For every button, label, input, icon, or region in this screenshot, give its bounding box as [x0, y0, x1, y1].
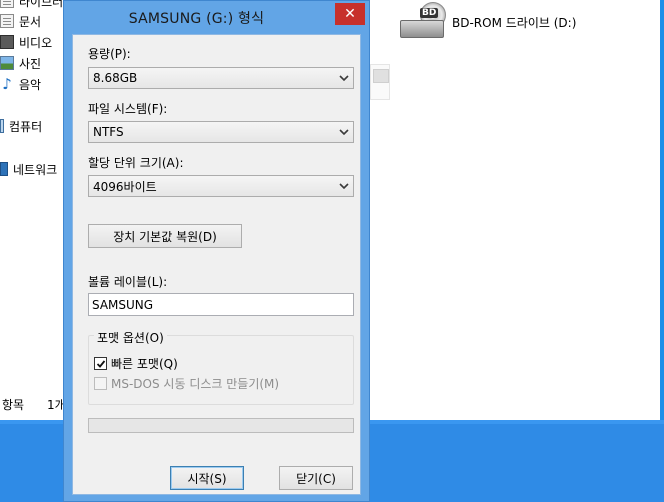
chevron-down-icon	[339, 73, 349, 83]
format-dialog: SAMSUNG (G:) 형식 ✕ 용량(P): 8.68GB 파일 시스템(F…	[63, 0, 370, 502]
ms-dos-startup-checkbox[interactable]: MS-DOS 시동 디스크 만들기(M)	[94, 375, 279, 392]
file-system-select[interactable]: NTFS	[88, 121, 354, 143]
nav-item-label: 문서	[19, 14, 42, 29]
nav-item-label: 컴퓨터	[9, 119, 43, 134]
computer-icon	[0, 119, 4, 133]
nav-item-label: 음악	[19, 77, 42, 92]
documents-icon	[0, 14, 14, 28]
bd-rom-drive-icon: BD	[398, 2, 448, 42]
network-icon	[0, 162, 8, 176]
drive-label: BD-ROM 드라이브 (D:)	[452, 15, 577, 30]
close-dialog-button[interactable]: 닫기(C)	[279, 466, 353, 490]
allocation-unit-value: 4096바이트	[93, 179, 157, 194]
volume-label-label: 볼륨 레이블(L):	[88, 275, 168, 289]
window-border	[660, 0, 664, 420]
quick-format-checkbox[interactable]: 빠른 포맷(Q)	[94, 355, 178, 372]
dialog-titlebar[interactable]: SAMSUNG (G:) 형식 ✕	[64, 1, 369, 35]
format-options-title: 포맷 옵션(O)	[94, 329, 167, 346]
nav-item-label: 네트워크	[13, 162, 58, 177]
close-button[interactable]: ✕	[335, 3, 365, 25]
close-icon: ✕	[344, 6, 356, 22]
capacity-value: 8.68GB	[93, 71, 138, 85]
start-button[interactable]: 시작(S)	[170, 466, 244, 490]
volume-label-input[interactable]	[88, 293, 354, 316]
restore-defaults-button[interactable]: 장치 기본값 복원(D)	[88, 224, 242, 248]
explorer-panel-fragment	[370, 64, 390, 100]
music-icon: ♪	[2, 75, 12, 93]
capacity-label: 용량(P):	[88, 47, 131, 61]
status-items-label: 항목	[2, 398, 25, 412]
ms-dos-startup-label: MS-DOS 시동 디스크 만들기(M)	[111, 377, 280, 391]
nav-item-computer[interactable]: 컴퓨터	[0, 117, 42, 135]
bd-rom-drive[interactable]: BD BD-ROM 드라이브 (D:)	[398, 2, 576, 42]
chevron-down-icon	[339, 181, 349, 191]
nav-item-pictures[interactable]: 사진	[0, 54, 41, 72]
videos-icon	[0, 35, 14, 49]
chevron-down-icon	[339, 127, 349, 137]
quick-format-label: 빠른 포맷(Q)	[111, 357, 178, 371]
file-system-label: 파일 시스템(F):	[88, 102, 168, 116]
nav-item-music[interactable]: ♪ 음악	[0, 75, 41, 93]
nav-item-label: 비디오	[19, 35, 53, 50]
file-system-value: NTFS	[93, 125, 124, 139]
checkbox-checked-icon	[94, 357, 107, 370]
pictures-icon	[0, 56, 14, 70]
nav-item-videos[interactable]: 비디오	[0, 33, 52, 51]
nav-item-network[interactable]: 네트워크	[0, 160, 57, 178]
nav-item-documents[interactable]: 문서	[0, 12, 41, 30]
library-icon	[0, 0, 14, 8]
dialog-title: SAMSUNG (G:) 형식	[128, 11, 265, 27]
checkbox-unchecked-icon	[94, 377, 107, 390]
format-progress-bar	[88, 418, 354, 433]
nav-item-label: 사진	[19, 56, 42, 71]
capacity-select[interactable]: 8.68GB	[88, 67, 354, 89]
allocation-unit-label: 할당 단위 크기(A):	[88, 156, 184, 170]
allocation-unit-select[interactable]: 4096바이트	[88, 175, 354, 197]
drive-badge: BD	[420, 8, 439, 18]
dialog-body: 용량(P): 8.68GB 파일 시스템(F): NTFS 할당 단위 크기(A…	[72, 34, 361, 495]
